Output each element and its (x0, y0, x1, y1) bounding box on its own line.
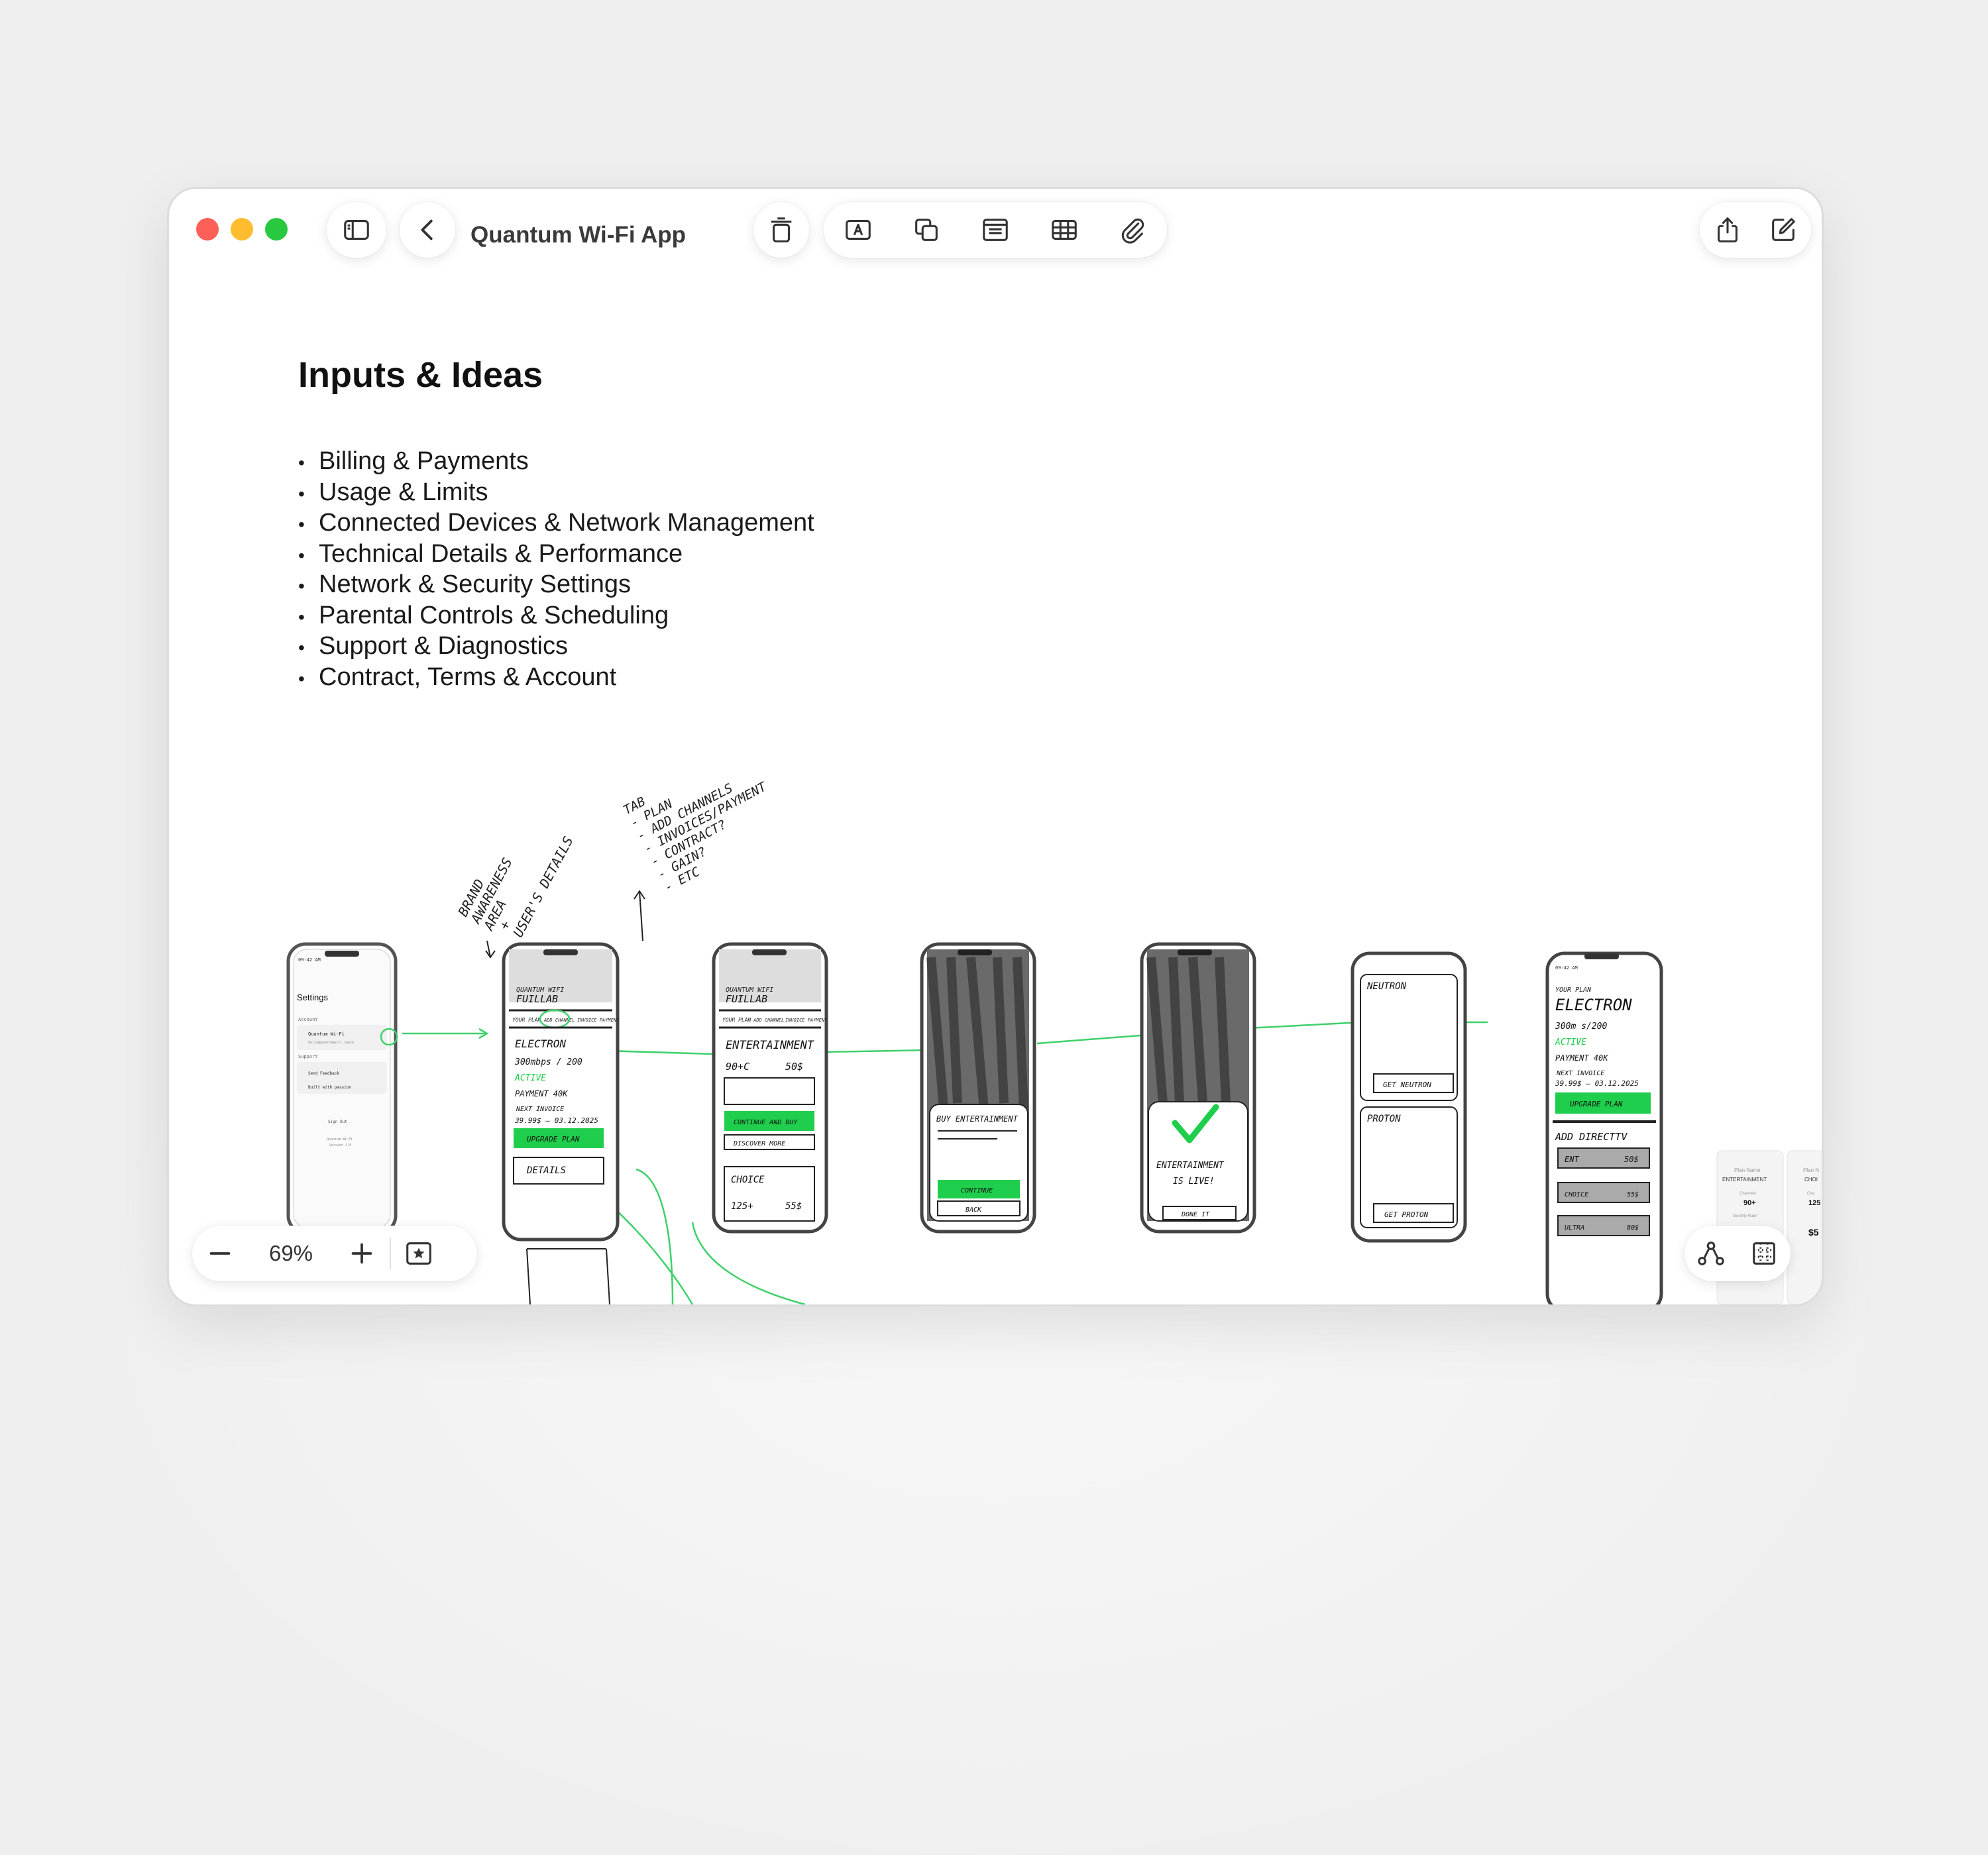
sketch-payment: PAYMENT 40K (515, 1089, 568, 1098)
sketch-brand: FUILLAB (726, 993, 767, 1005)
sketch-secondary: DISCOVER MORE (733, 1140, 785, 1147)
sketch-status: ACTIVE (514, 1073, 546, 1083)
phone-buy-sketch: BUY ENTERTAINMENT CONTINUE BACK (920, 942, 1036, 1234)
mini-card-sub: Cha (1807, 1192, 1815, 1196)
sketch-row-name: ULTRA (1565, 1224, 1584, 1232)
mini-card-sub: Channels (1740, 1192, 1756, 1196)
sketch-message: ENTERTAINMENT (1156, 1161, 1225, 1171)
sketch-speed: 300mbps / 200 (514, 1057, 582, 1067)
sketch-label: YOUR PLAN (1555, 986, 1592, 994)
sketch-cta: CONTINUE AND BUY (734, 1119, 798, 1126)
annotation-text: USER'S DETAILS (510, 834, 576, 940)
sketch-row-name: ENT (1565, 1155, 1579, 1164)
sketch-cta: GET PROTON (1384, 1210, 1429, 1219)
sketch-invoice: NEXT INVOICE (1556, 1070, 1604, 1077)
mini-card-name: CHOI (1804, 1177, 1818, 1183)
section-label: Support (298, 1054, 318, 1059)
minus-icon (209, 1252, 231, 1255)
plus-icon (351, 1243, 372, 1264)
connector-icon (1698, 1242, 1724, 1265)
sketch-speed: 300m s/200 (1555, 1022, 1607, 1032)
sketch-section: ADD DIRECTTV (1555, 1131, 1628, 1143)
section-label: Account (298, 1017, 318, 1022)
sign-out: Sign Out (328, 1120, 347, 1124)
sketch-cta: DONE IT (1181, 1211, 1210, 1218)
sketch-message: IS LIVE! (1173, 1177, 1215, 1187)
sketch-plan-name: PROTON (1367, 1114, 1401, 1124)
zoom-level: 69% (268, 1241, 313, 1265)
sketch-cta: UPGRADE PLAN (1570, 1100, 1623, 1108)
account-sub: hello@quantumwifi.space (308, 1041, 354, 1045)
sketch-choice: CHOICE (731, 1175, 765, 1185)
footer-text: Quantum Wi-Fi (327, 1138, 353, 1141)
status-time: 09:42 AM (1555, 965, 1578, 971)
sketch-choice-price: 55$ (785, 1201, 802, 1212)
status-time: 09:42 AM (298, 957, 321, 963)
sketch-tab: YOUR PLAN (722, 1017, 751, 1023)
sketch-tab: INVOICE PAYMENT (785, 1018, 828, 1023)
phone-channels-sketch: QUANTUM WIFI FUILLAB YOUR PLAN ADD CHANN… (712, 942, 828, 1234)
sketch-invoice: NEXT INVOICE (516, 1106, 564, 1113)
phone-plan-sketch: QUANTUM WIFI FUILLAB YOUR PLAN ADD CHANN… (502, 942, 620, 1304)
account-name: Quantum Wi-Fi (308, 1032, 345, 1037)
sketch-plan: ELECTRON (1555, 996, 1632, 1014)
sketch-cta: CONTINUE (961, 1187, 993, 1194)
sketch-row-price: 55$ (1627, 1191, 1639, 1198)
sketch-row-name: CHOICE (1565, 1191, 1588, 1198)
sketch-payment: PAYMENT 40K (1555, 1053, 1608, 1063)
sketch-back: BACK (966, 1206, 982, 1214)
mini-card-name: ENTERTAINMENT (1722, 1177, 1767, 1183)
mini-card-price: $5 (1808, 1227, 1819, 1238)
sketch-plan-name: NEUTRON (1366, 981, 1407, 992)
sketch-canvas[interactable]: BRAND AWARENESS AREA + USER'S DETAILS TA… (169, 189, 1822, 1304)
sketch-cta: GET NEUTRON (1383, 1081, 1431, 1089)
footer-text: Version 1.0 (329, 1143, 351, 1147)
zoom-controls: 69% (192, 1226, 477, 1281)
mini-card-count: 125 (1808, 1199, 1820, 1207)
phone-plans-sketch: NEUTRON GET NEUTRON PROTON GET PROTON (1351, 951, 1467, 1243)
sketch-row-price: 80$ (1627, 1224, 1639, 1232)
sketch-status: ACTIVE (1555, 1037, 1586, 1047)
support-item: Built with passion (308, 1085, 351, 1090)
sketch-invoice: 39.99$ — 03.12.2025 (1555, 1079, 1639, 1088)
app-window: Quantum Wi-Fi App Inputs & Ideas • Billi… (167, 187, 1824, 1306)
sketch-row-price: 50$ (1624, 1155, 1639, 1164)
sketch-invoice: 39.99$ — 03.12.2025 (514, 1116, 598, 1125)
zoom-out-button[interactable] (192, 1226, 248, 1281)
sketch-tab: ADD CHANNEL (543, 1018, 575, 1023)
annotation-tab: TAB - PLAN - ADD CHANNELS - INVOICES/PAY… (621, 779, 769, 895)
mini-card-label: Plan Name (1734, 1167, 1761, 1173)
zoom-in-button[interactable] (334, 1226, 390, 1281)
star-frame-icon (406, 1242, 431, 1265)
sketch-details: DETAILS (526, 1165, 566, 1176)
sketch-brand: FUILLAB (516, 993, 558, 1005)
sketch-sheet-title: BUY ENTERTAINMENT (936, 1114, 1019, 1124)
settings-title: Settings (297, 992, 328, 1002)
sketch-tab: ADD CHANNEL (753, 1018, 784, 1023)
sketch-choice-channels: 125+ (731, 1201, 753, 1212)
phone-updated-plan-sketch: 09:42 AM YOUR PLAN ELECTRON 300m s/200 A… (1545, 951, 1663, 1304)
support-item: Send Feedback (308, 1071, 339, 1076)
mini-card-label: Plan N (1803, 1167, 1819, 1173)
mini-card-count: 90+ (1743, 1199, 1756, 1207)
sketch-tab: INVOICE PAYMENT (577, 1018, 620, 1023)
sketch-item: ENTERTAINMENT (726, 1039, 815, 1052)
phone-settings-screen: 09:42 AM Settings Account Quantum Wi-Fi … (286, 942, 398, 1235)
annotation-brand: BRAND AWARENESS AREA + USER'S DETAILS (455, 834, 577, 940)
favorite-view-button[interactable] (391, 1226, 447, 1281)
sketch-channels: 90+C (726, 1061, 749, 1073)
phone-success-sketch: ENTERTAINMENT IS LIVE! DONE IT (1140, 942, 1256, 1234)
sketch-cta: UPGRADE PLAN (527, 1135, 580, 1143)
sketch-price: 50$ (785, 1061, 803, 1073)
grid-icon (1753, 1242, 1775, 1265)
grid-tool-button[interactable] (1740, 1230, 1788, 1277)
connector-tool-button[interactable] (1687, 1230, 1735, 1277)
sketch-plan: ELECTRON (515, 1037, 566, 1050)
sketch-tab: YOUR PLAN (512, 1017, 541, 1023)
mini-card-price-label: Monthly Rate* (1733, 1214, 1758, 1218)
canvas-tools (1684, 1226, 1791, 1281)
